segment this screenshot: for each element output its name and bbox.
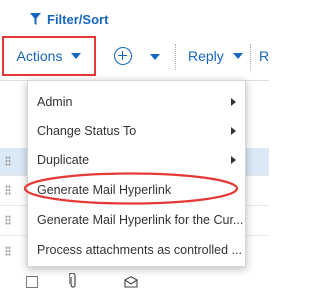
plus-circle-icon[interactable] — [114, 47, 132, 65]
toolbar: Actions Reply R — [0, 36, 269, 81]
filter-bar: Filter/Sort — [0, 0, 269, 36]
menu-item-label: Generate Mail Hyperlink for the Cur... — [37, 213, 244, 227]
drag-handle-icon[interactable] — [5, 215, 11, 225]
reply-button[interactable]: Reply — [188, 48, 243, 64]
filter-sort-link[interactable]: Filter/Sort — [30, 10, 108, 28]
drag-handle-icon[interactable] — [5, 185, 11, 195]
next-toolbar-button[interactable]: R — [259, 48, 269, 64]
select-all-checkbox[interactable] — [26, 276, 38, 288]
filter-sort-label: Filter/Sort — [47, 11, 109, 27]
actions-label: Actions — [16, 48, 63, 64]
reply-label: Reply — [188, 48, 224, 64]
drag-handle-icon[interactable] — [5, 246, 11, 256]
actions-dropdown-menu: Admin Change Status To Duplicate Generat… — [23, 80, 246, 267]
menu-item-label: Generate Mail Hyperlink — [37, 183, 172, 197]
paperclip-icon[interactable] — [69, 273, 77, 289]
actions-button[interactable]: Actions — [2, 36, 96, 76]
drag-handle-icon[interactable] — [5, 156, 11, 166]
menu-item-duplicate[interactable]: Duplicate — [28, 145, 245, 175]
menu-item-label: Change Status To — [37, 124, 137, 138]
menu-item-change-status-to[interactable]: Change Status To — [28, 116, 245, 146]
toolbar-divider — [250, 44, 251, 70]
chevron-down-icon — [71, 53, 82, 59]
menu-item-admin[interactable]: Admin — [28, 87, 245, 117]
envelope-icon[interactable] — [124, 276, 138, 288]
chevron-right-icon — [231, 156, 236, 164]
menu-item-label: Duplicate — [37, 153, 90, 167]
chevron-right-icon — [231, 98, 236, 106]
new-item-dropdown-chevron-down-icon[interactable] — [150, 54, 160, 60]
chevron-right-icon — [231, 127, 236, 135]
menu-item-label: Admin — [37, 95, 73, 109]
menu-item-generate-mail-hyperlink[interactable]: Generate Mail Hyperlink — [23, 172, 245, 205]
menu-item-process-attachments[interactable]: Process attachments as controlled ... — [28, 235, 245, 265]
filter-icon — [30, 12, 41, 25]
chevron-down-icon — [232, 53, 243, 59]
toolbar-divider — [175, 44, 176, 70]
menu-item-label: Process attachments as controlled ... — [37, 243, 242, 257]
menu-item-generate-mail-hyperlink-current[interactable]: Generate Mail Hyperlink for the Cur... — [28, 205, 245, 235]
